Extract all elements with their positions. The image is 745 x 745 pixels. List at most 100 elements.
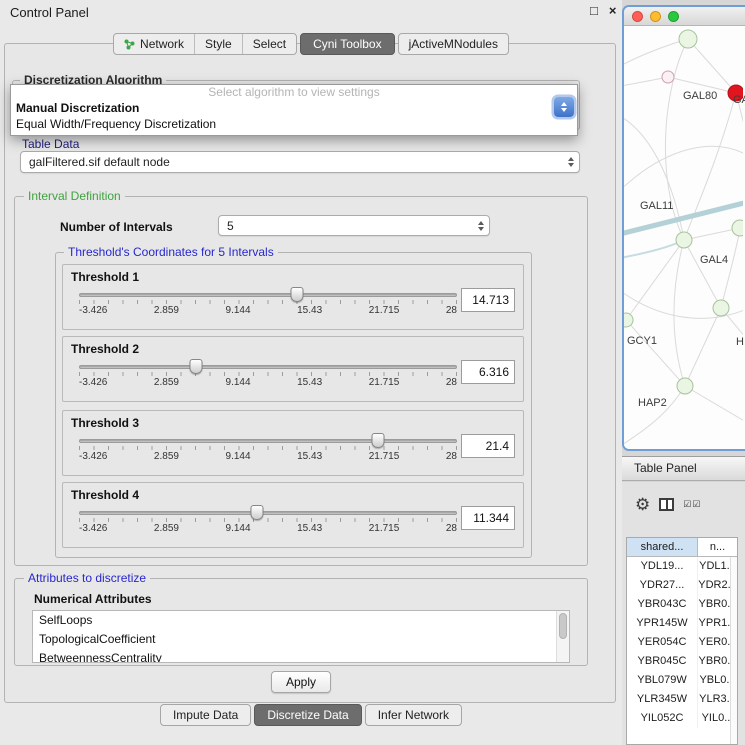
close-traffic-icon[interactable]: [632, 11, 643, 22]
threshold-4-slider[interactable]: -3.4262.8599.14415.4321.71528: [79, 502, 457, 534]
window-controls: □ ×: [590, 3, 616, 19]
scale-tick-label: 21.715: [369, 305, 400, 316]
scale-tick-label: 9.144: [226, 305, 251, 316]
table-row[interactable]: YER054CYER0...: [627, 633, 737, 652]
table-cell: YBR043C: [627, 595, 698, 614]
tab-cyni-toolbox[interactable]: Cyni Toolbox: [300, 33, 394, 55]
slider-ticks: [79, 446, 457, 450]
threshold-label: Threshold 3: [71, 416, 515, 430]
slider-track[interactable]: [79, 439, 457, 443]
threshold-value-field[interactable]: 21.4: [461, 434, 515, 458]
table-row[interactable]: YBR045CYBR0...: [627, 652, 737, 671]
minimize-traffic-icon[interactable]: [650, 11, 661, 22]
columns-icon[interactable]: [659, 498, 674, 511]
node-table-body: YDL19...YDL1...YDR27...YDR2...YBR043CYBR…: [627, 557, 737, 728]
algorithm-combo-stepper[interactable]: [554, 97, 574, 117]
attribute-item[interactable]: TopologicalCoefficient: [33, 630, 556, 649]
combo-arrows-icon: [568, 152, 574, 172]
table-row[interactable]: YBR043CYBR0...: [627, 595, 737, 614]
threshold-4-box: Threshold 4 -3.4262.8599.14415.4321.7152…: [62, 482, 524, 548]
slider-track[interactable]: [79, 293, 457, 297]
gear-icon[interactable]: ⚙: [635, 496, 650, 513]
table-row[interactable]: YLR345WYLR3...: [627, 690, 737, 709]
table-row[interactable]: YBL079WYBL0...: [627, 671, 737, 690]
slider-track[interactable]: [79, 511, 457, 515]
scale-tick-label: 9.144: [226, 523, 251, 534]
table-row[interactable]: YDR27...YDR2...: [627, 576, 737, 595]
node-label: GCY1: [627, 335, 657, 347]
slider-thumb[interactable]: [371, 433, 384, 448]
tab-discretize-data[interactable]: Discretize Data: [254, 704, 361, 726]
scale-tick-label: 28: [446, 377, 457, 388]
table-cell: YPR145W: [627, 614, 698, 633]
float-window-icon[interactable]: □: [590, 3, 598, 19]
zoom-traffic-icon[interactable]: [668, 11, 679, 22]
attribute-item[interactable]: BetweennessCentrality: [33, 649, 556, 663]
tab-style[interactable]: Style: [194, 34, 242, 54]
table-cell: YBL079W: [627, 671, 698, 690]
table-cell: YDL19...: [627, 557, 698, 576]
close-window-icon[interactable]: ×: [609, 3, 617, 19]
attribute-item[interactable]: SelfLoops: [33, 611, 556, 630]
tab-label: jActiveMNodules: [409, 37, 498, 51]
slider-scale: -3.4262.8599.14415.4321.71528: [79, 377, 457, 388]
node-label: GAL11: [640, 200, 673, 212]
network-canvas[interactable]: GAL80GA...GAL11GAL4GCY1HAP2H...: [624, 26, 745, 449]
scale-tick-label: 28: [446, 523, 457, 534]
node-label: GAL80: [683, 90, 717, 102]
application-root: Control Panel □ × Network Style Select C…: [0, 0, 745, 745]
threshold-value-field[interactable]: 6.316: [461, 360, 515, 384]
scale-tick-label: 2.859: [154, 451, 179, 462]
scale-tick-label: 21.715: [369, 451, 400, 462]
node-attribute-table: shared... n... YDL19...YDL1...YDR27...YD…: [626, 537, 738, 745]
scale-tick-label: 15.43: [297, 523, 322, 534]
threshold-1-slider[interactable]: -3.4262.8599.14415.4321.71528: [79, 284, 457, 316]
tab-network[interactable]: Network: [114, 34, 194, 54]
slider-track[interactable]: [79, 365, 457, 369]
tab-impute-data[interactable]: Impute Data: [160, 704, 251, 726]
scale-tick-label: -3.426: [79, 377, 107, 388]
tab-infer-network[interactable]: Infer Network: [365, 704, 462, 726]
threshold-value-field[interactable]: 14.713: [461, 288, 515, 312]
attributes-group-title: Attributes to discretize: [24, 571, 150, 585]
table-data-combo[interactable]: galFiltered.sif default node: [20, 151, 580, 173]
numerical-attributes-list[interactable]: SelfLoopsTopologicalCoefficientBetweenne…: [32, 610, 570, 663]
slider-ticks: [79, 372, 457, 376]
select-columns-icon[interactable]: ☑☑: [683, 499, 701, 510]
scale-tick-label: 28: [446, 305, 457, 316]
control-panel: Control Panel □ × Network Style Select C…: [0, 0, 622, 745]
number-of-intervals-label: Number of Intervals: [60, 220, 173, 234]
table-row[interactable]: YDL19...YDL1...: [627, 557, 737, 576]
threshold-2-slider[interactable]: -3.4262.8599.14415.4321.71528: [79, 356, 457, 388]
table-cell: YLR345W: [627, 690, 698, 709]
slider-thumb[interactable]: [291, 287, 304, 302]
tab-label: Cyni Toolbox: [313, 37, 381, 51]
node-label: GA...: [733, 94, 745, 106]
table-scrollbar[interactable]: [730, 557, 737, 744]
column-header-shared[interactable]: shared...: [627, 538, 698, 556]
tab-jactivemnodules[interactable]: jActiveMNodules: [398, 33, 509, 55]
list-scrollbar[interactable]: [556, 611, 569, 662]
scale-tick-label: 9.144: [226, 451, 251, 462]
slider-thumb[interactable]: [250, 505, 263, 520]
threshold-3-slider[interactable]: -3.4262.8599.14415.4321.71528: [79, 430, 457, 462]
scrollbar-thumb[interactable]: [559, 613, 567, 639]
network-window-titlebar[interactable]: [624, 7, 745, 26]
scale-tick-label: -3.426: [79, 451, 107, 462]
tab-select[interactable]: Select: [242, 34, 296, 54]
number-of-intervals-combo[interactable]: 5: [218, 215, 490, 236]
slider-thumb[interactable]: [190, 359, 203, 374]
scale-tick-label: 2.859: [154, 523, 179, 534]
algorithm-option-equal-width[interactable]: Equal Width/Frequency Discretization: [11, 116, 577, 132]
table-row[interactable]: YPR145WYPR1...: [627, 614, 737, 633]
number-of-intervals-value: 5: [227, 216, 234, 236]
table-row[interactable]: YIL052CYIL0...: [627, 709, 737, 728]
slider-ticks: [79, 300, 457, 304]
algorithm-option-manual[interactable]: Manual Discretization: [11, 100, 577, 116]
threshold-value-field[interactable]: 11.344: [461, 506, 515, 530]
table-panel-header: Table Panel: [622, 456, 745, 481]
column-header-name[interactable]: n...: [698, 538, 737, 556]
apply-button[interactable]: Apply: [271, 671, 331, 693]
scale-tick-label: 15.43: [297, 451, 322, 462]
algorithm-placeholder: Select algorithm to view settings: [11, 85, 577, 100]
